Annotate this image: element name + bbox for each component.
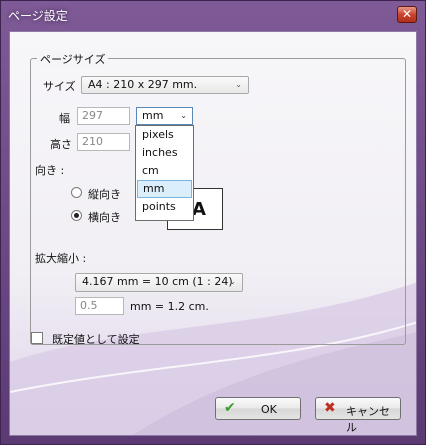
size-combo[interactable]: A4 : 210 x 297 mm. ⌄ [81, 76, 249, 94]
size-label: サイズ [43, 80, 76, 93]
scale-equation: mm = 1.2 cm. [130, 300, 209, 313]
chevron-down-icon: ⌄ [235, 80, 242, 89]
width-input[interactable]: 297 [77, 107, 130, 125]
page-size-legend: ページサイズ [37, 51, 109, 67]
preview-letter: A [192, 199, 206, 220]
title-bar[interactable]: ページ設定 ✕ [1, 1, 425, 28]
orientation-label: 向き : [35, 164, 65, 177]
landscape-label[interactable]: 横向き [88, 209, 121, 225]
ok-button-label: OK [261, 403, 277, 416]
page-setup-dialog: ページ設定 ✕ ページサイズ サイズ A4 : 210 x 297 mm. ⌄ … [0, 0, 426, 445]
width-label: 幅 [59, 112, 70, 125]
dialog-body: ページサイズ サイズ A4 : 210 x 297 mm. ⌄ 幅 297 mm… [9, 31, 417, 436]
unit-option-pixels[interactable]: pixels [137, 126, 192, 144]
unit-dropdown-list: pixels inches cm mm points [135, 125, 194, 221]
window-title: ページ設定 [8, 9, 68, 23]
ok-button[interactable]: ✔ OK [215, 397, 301, 420]
unit-option-points[interactable]: points [137, 198, 192, 216]
portrait-label[interactable]: 縦向き [88, 186, 121, 202]
cancel-button-label: キャンセル [346, 405, 390, 434]
unit-option-cm[interactable]: cm [137, 162, 192, 180]
close-button[interactable]: ✕ [397, 6, 417, 23]
height-input[interactable]: 210 [77, 133, 130, 151]
scale-combo-value: 4.167 mm = 10 cm (1 : 24) [82, 275, 233, 288]
unit-option-inches[interactable]: inches [137, 144, 192, 162]
scale-combo[interactable]: 4.167 mm = 10 cm (1 : 24) ⌄ [75, 273, 243, 292]
chevron-down-icon: ⌄ [229, 277, 236, 286]
set-default-label[interactable]: 既定値として設定 [52, 331, 140, 347]
chevron-down-icon: ⌄ [180, 111, 187, 120]
check-icon: ✔ [224, 400, 236, 416]
scale-input[interactable]: 0.5 [75, 297, 124, 315]
height-label: 高さ [50, 138, 72, 151]
landscape-radio[interactable] [71, 210, 82, 221]
size-combo-value: A4 : 210 x 297 mm. [88, 78, 198, 91]
portrait-radio[interactable] [71, 187, 82, 198]
unit-option-mm[interactable]: mm [137, 180, 192, 198]
cancel-button[interactable]: ✖ キャンセル [315, 397, 401, 434]
unit-combo-value: mm [142, 109, 164, 122]
set-default-checkbox[interactable] [31, 332, 43, 344]
cross-icon: ✖ [324, 400, 336, 416]
scale-label: 拡大縮小 : [35, 252, 87, 265]
unit-combo[interactable]: mm ⌄ [136, 107, 193, 125]
